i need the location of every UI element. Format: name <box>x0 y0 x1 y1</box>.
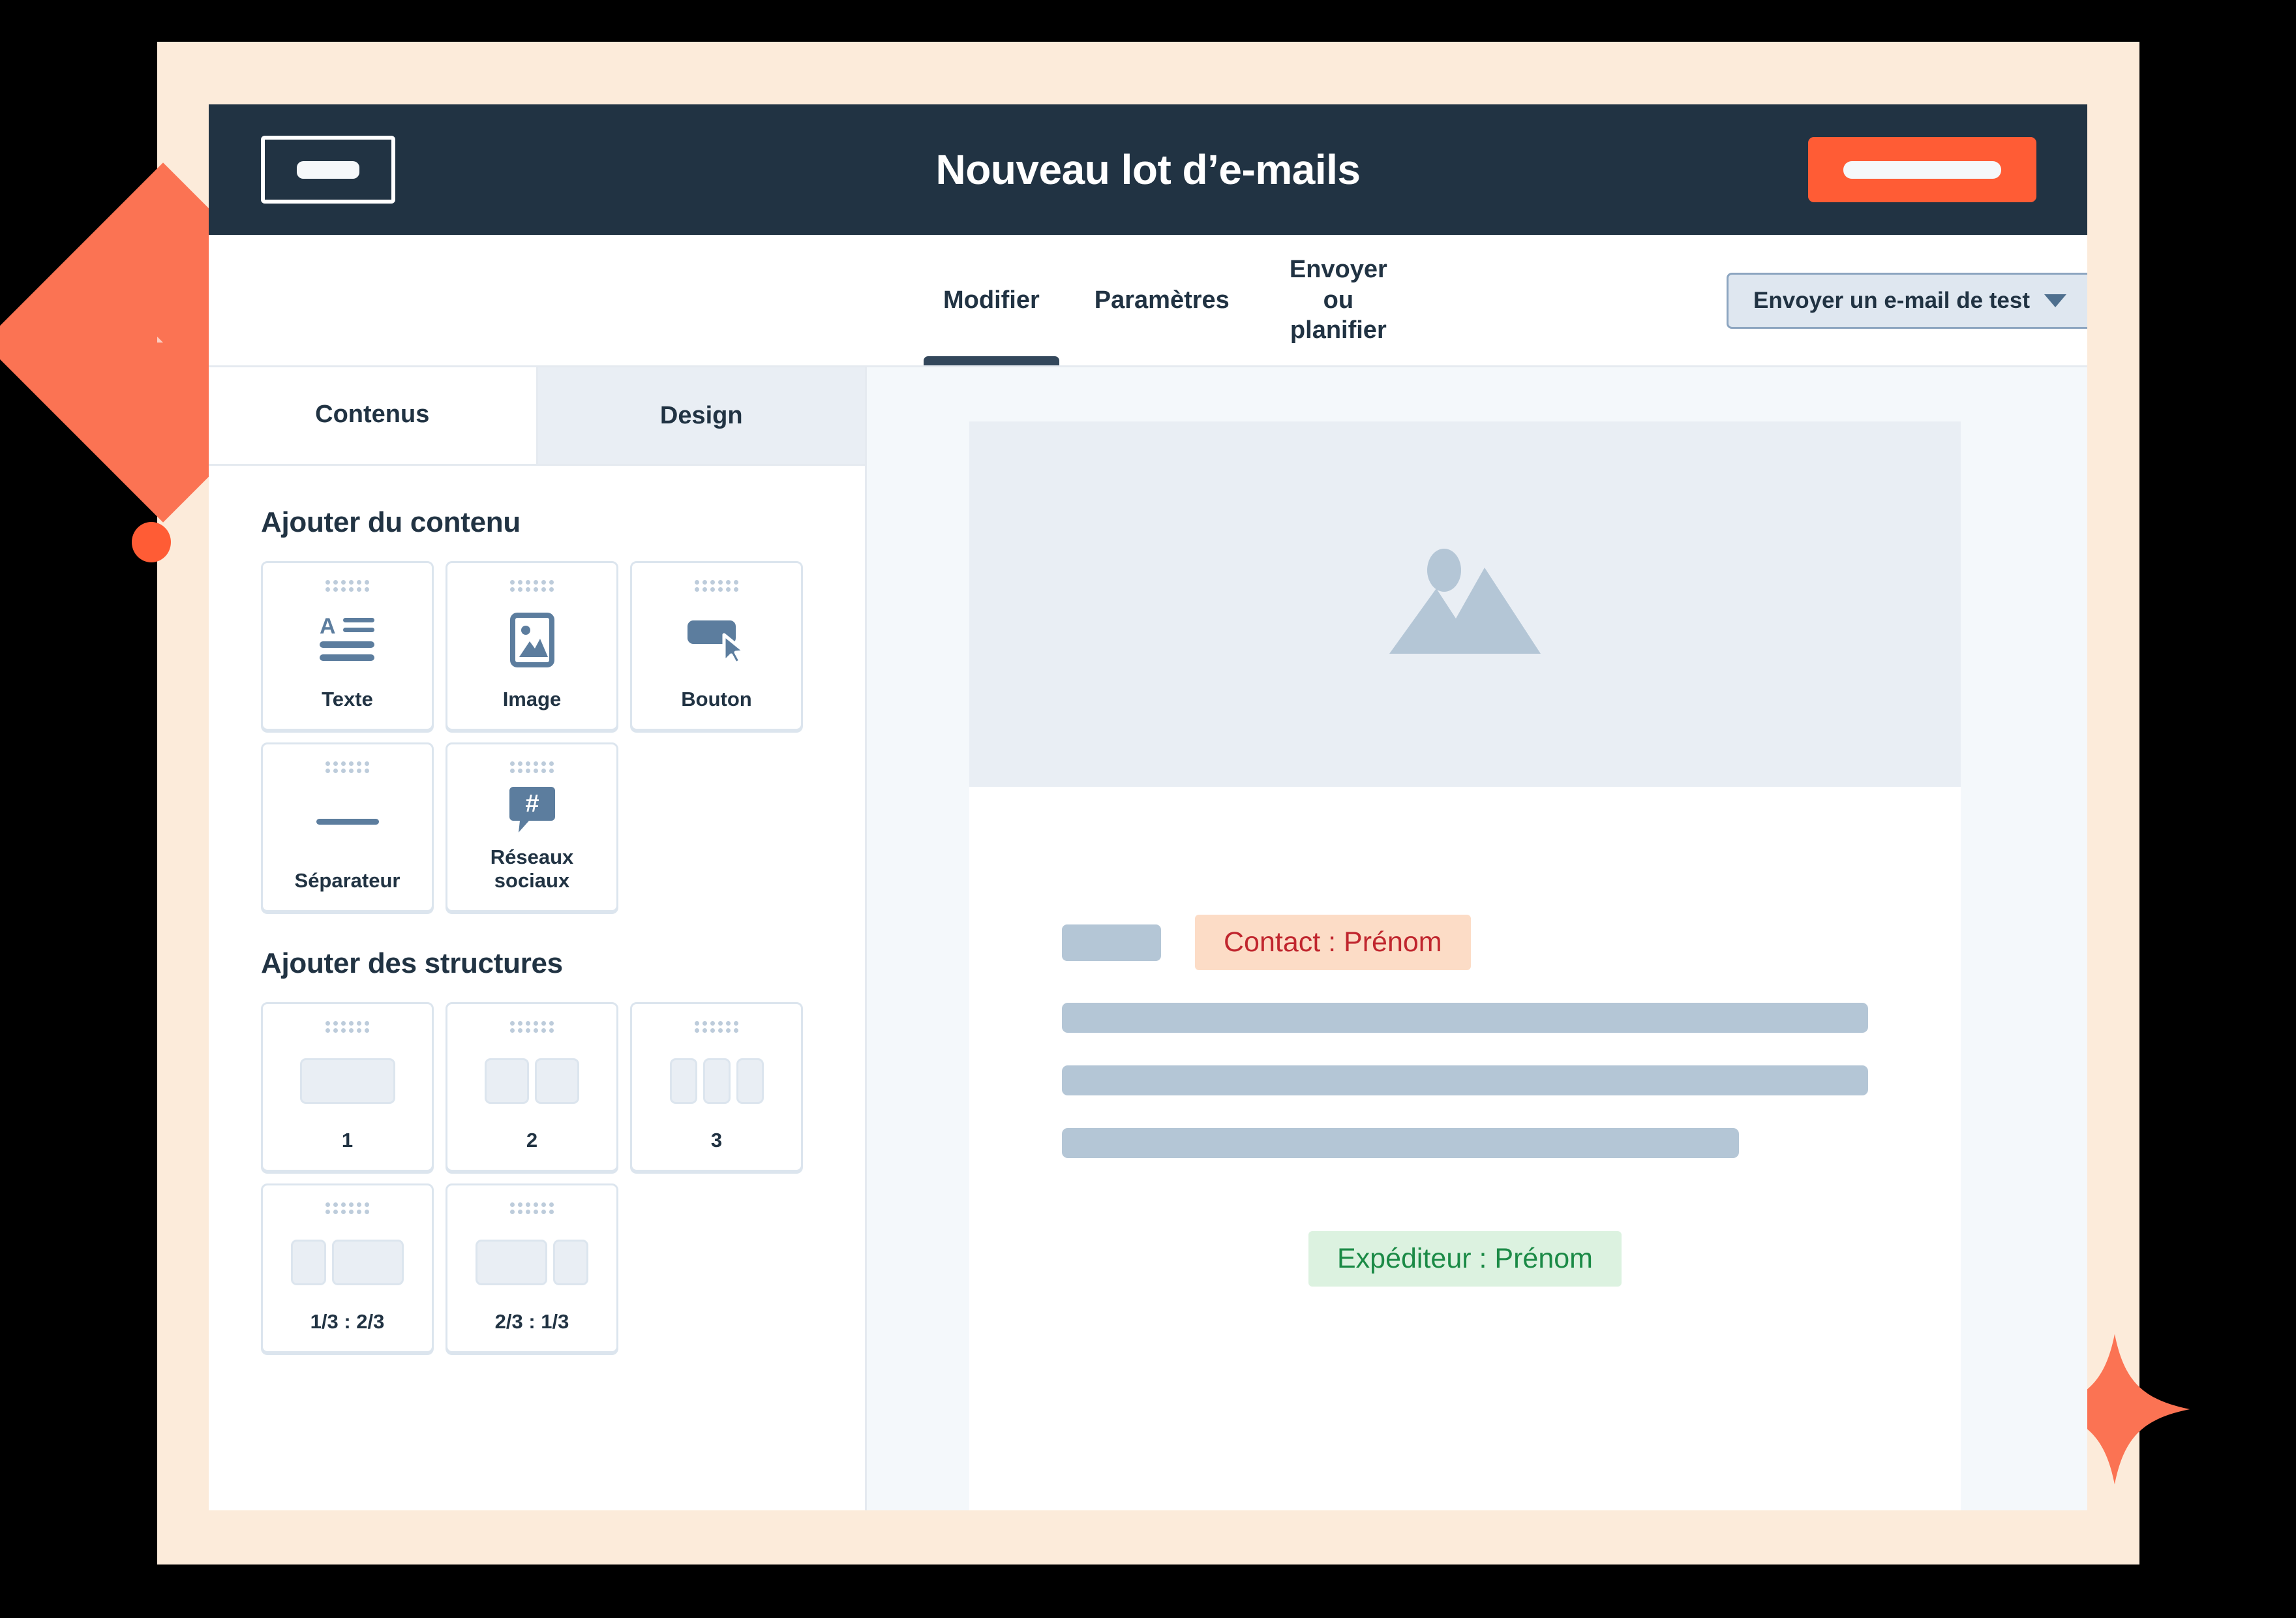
primary-action-label-placeholder <box>1843 160 2001 179</box>
drag-handle-icon[interactable] <box>694 580 739 592</box>
content-blocks-grid: A Texte Image Bouton Séparateur # Réseau… <box>261 561 813 912</box>
email-content-block: Contact : Prénom Expéditeur : Prénom <box>969 787 1961 1287</box>
content-card-reseaux-sociaux-label: Réseaux sociaux <box>490 845 574 893</box>
placeholder-text-bar <box>1062 1003 1868 1033</box>
chevron-down-icon <box>2044 294 2067 307</box>
email-signature-row: Expéditeur : Prénom <box>1062 1231 1868 1287</box>
token-sender-firstname[interactable]: Expéditeur : Prénom <box>1308 1231 1622 1287</box>
structure-card-twothirds-third[interactable]: 2/3 : 1/3 <box>446 1183 618 1353</box>
drag-handle-icon[interactable] <box>694 1021 739 1033</box>
email-preview-pane: Contact : Prénom Expéditeur : Prénom <box>865 367 2087 1510</box>
editor-sidebar: Contenus Design Ajouter du contenu A Tex… <box>209 367 865 1510</box>
sidebar-tab-contenus-label: Contenus <box>315 401 430 428</box>
editor-tabs: Modifier Paramètres Envoyer ou planifier <box>916 235 1420 365</box>
email-canvas[interactable]: Contact : Prénom Expéditeur : Prénom <box>969 421 1961 1510</box>
editor-body: Contenus Design Ajouter du contenu A Tex… <box>209 367 2087 1510</box>
tab-parametres-label: Paramètres <box>1094 286 1230 314</box>
drag-handle-icon[interactable] <box>509 761 554 773</box>
token-contact-firstname[interactable]: Contact : Prénom <box>1195 915 1471 970</box>
structure-card-third-twothirds-label: 1/3 : 2/3 <box>310 1310 385 1334</box>
drag-handle-icon[interactable] <box>325 1021 370 1033</box>
content-card-image-label: Image <box>502 688 562 711</box>
send-test-email-button[interactable]: Envoyer un e-mail de test <box>1727 273 2087 329</box>
section-title-ajouter-du-contenu: Ajouter du contenu <box>261 506 521 538</box>
structure-blocks-grid: 1 2 3 1/3: 2/3 2/3: 1/3 <box>261 1002 813 1353</box>
structure-card-2-label: 2 <box>526 1129 538 1152</box>
image-icon <box>447 592 616 688</box>
layout-2-col-icon <box>447 1033 616 1129</box>
layout-3-col-icon <box>632 1033 801 1129</box>
section-title-ajouter-des-structures: Ajouter des structures <box>261 947 563 979</box>
svg-text:A: A <box>320 614 336 639</box>
drag-handle-icon[interactable] <box>509 1202 554 1214</box>
drag-handle-icon[interactable] <box>509 580 554 592</box>
sidebar-tab-design-label: Design <box>659 401 743 429</box>
tab-parametres[interactable]: Paramètres <box>1067 235 1257 365</box>
sidebar-tabs: Contenus Design <box>209 367 865 466</box>
sidebar-content: Ajouter du contenu A Texte Image Bouton … <box>209 466 865 1353</box>
tab-envoyer-ou-planifier-label: Envoyer ou planifier <box>1289 256 1387 344</box>
sidebar-tab-contenus[interactable]: Contenus <box>209 367 536 464</box>
content-card-separateur[interactable]: Séparateur <box>261 742 434 912</box>
email-greeting-row: Contact : Prénom <box>1062 915 1868 970</box>
layout-twothirds-third-icon <box>447 1214 616 1310</box>
structure-card-1-label: 1 <box>341 1129 354 1152</box>
editor-action-buttons: Envoyer un e-mail de test Actions <box>1727 273 2087 329</box>
content-card-bouton[interactable]: Bouton <box>630 561 803 731</box>
layout-1-col-icon <box>263 1033 432 1129</box>
divider-icon <box>263 773 432 869</box>
drag-handle-icon[interactable] <box>325 761 370 773</box>
content-card-reseaux-sociaux[interactable]: # Réseaux sociaux <box>446 742 618 912</box>
email-editor-window: Nouveau lot d’e-mails Modifier Paramètre… <box>209 104 2087 1510</box>
send-test-email-label: Envoyer un e-mail de test <box>1753 288 2031 313</box>
placeholder-text-bar <box>1062 1065 1868 1095</box>
structure-card-twothirds-third-label: 2/3 : 1/3 <box>494 1310 569 1334</box>
structure-card-2[interactable]: 2 <box>446 1002 618 1172</box>
tab-modifier[interactable]: Modifier <box>916 235 1067 365</box>
structure-card-3-label: 3 <box>710 1129 723 1152</box>
svg-text:#: # <box>525 790 539 817</box>
button-cursor-icon <box>632 592 801 688</box>
editor-nav-bar: Modifier Paramètres Envoyer ou planifier… <box>209 235 2087 367</box>
content-card-texte-label: Texte <box>322 688 373 711</box>
image-placeholder-icon <box>1389 549 1541 654</box>
drag-handle-icon[interactable] <box>325 580 370 592</box>
primary-action-button[interactable] <box>1808 137 2036 202</box>
drag-handle-icon[interactable] <box>325 1202 370 1214</box>
app-top-bar: Nouveau lot d’e-mails <box>209 104 2087 235</box>
structure-card-3[interactable]: 3 <box>630 1002 803 1172</box>
sidebar-tab-design[interactable]: Design <box>536 367 865 464</box>
text-icon: A <box>263 592 432 688</box>
content-card-bouton-label: Bouton <box>681 688 752 711</box>
screenshot-stage: Nouveau lot d’e-mails Modifier Paramètre… <box>0 0 2296 1618</box>
placeholder-chip <box>1062 924 1161 961</box>
drag-handle-icon[interactable] <box>509 1021 554 1033</box>
structure-card-third-twothirds[interactable]: 1/3 : 2/3 <box>261 1183 434 1353</box>
placeholder-text-bar <box>1062 1128 1740 1158</box>
page-title: Nouveau lot d’e-mails <box>935 146 1361 193</box>
content-card-separateur-label: Séparateur <box>294 869 400 893</box>
tab-envoyer-ou-planifier[interactable]: Envoyer ou planifier <box>1257 235 1420 365</box>
decorative-circle-shape <box>132 522 171 562</box>
tab-modifier-label: Modifier <box>943 286 1040 314</box>
content-card-texte[interactable]: A Texte <box>261 561 434 731</box>
content-card-image[interactable]: Image <box>446 561 618 731</box>
layout-third-twothirds-icon <box>263 1214 432 1310</box>
structure-card-1[interactable]: 1 <box>261 1002 434 1172</box>
email-hero-image-block[interactable] <box>969 421 1961 787</box>
social-hashtag-icon: # <box>447 773 616 846</box>
